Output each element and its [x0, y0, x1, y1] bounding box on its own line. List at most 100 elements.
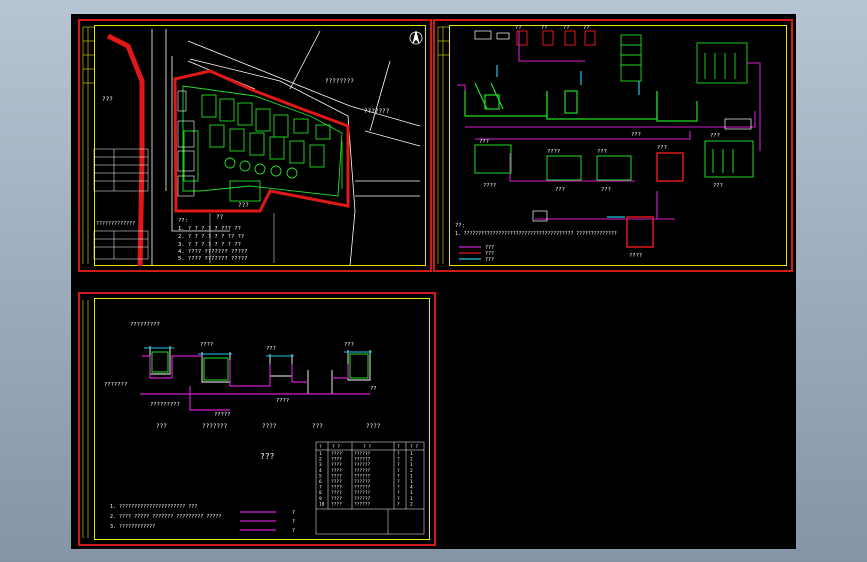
elevation-drawing: ????????? ???? ??? ??? ??????? ?????????…: [82, 300, 425, 538]
center-title: ???: [260, 452, 275, 461]
tag-5: ?????????: [150, 402, 180, 408]
dosing-tanks: [516, 30, 596, 46]
legend-2: ?: [292, 528, 295, 534]
equipment-outlines: [474, 30, 752, 222]
tag-1: ??: [541, 25, 548, 31]
caption-3: ???: [312, 423, 323, 430]
table-cell: 1: [410, 451, 413, 457]
table-cell: ??????: [354, 451, 371, 457]
note-line-1: 1. ? ? ? ? ? ??? ??: [178, 226, 241, 232]
label-boundary-top: ????????: [325, 78, 354, 85]
tag-14: ????: [629, 253, 642, 259]
north-arrow-icon: [409, 30, 423, 45]
tower-and-filter: [620, 34, 748, 84]
table-cell: ????: [331, 473, 342, 479]
table-cell: ?: [397, 468, 400, 474]
table-cell: ????: [331, 451, 342, 457]
table-cell: ?: [397, 501, 400, 507]
label-entrance: ???: [238, 202, 249, 209]
table-cell: ??????: [354, 473, 371, 479]
table-cell: ??????: [354, 490, 371, 496]
road-left: [106, 33, 145, 267]
title-block-strip: [437, 26, 449, 264]
tag-13: ???: [713, 183, 723, 189]
table-cell: 4: [319, 468, 322, 474]
sheet-site-plan[interactable]: ???????? ??????? ??? ??? ?? ??: 1. ? ? ?…: [78, 19, 432, 272]
equipment-table-text: ? ? ? ? ? ? ? ? 1??????????? 12??????????…: [319, 444, 418, 507]
table-cell: ?: [397, 479, 400, 485]
legend-swatches: [240, 511, 276, 531]
label-boundary-right: ???????: [364, 108, 390, 115]
tag-12: ???: [601, 187, 611, 193]
note-line-3: 3. ? ? ? ? ? ? ? ??: [178, 242, 241, 248]
table-cell: ?: [397, 485, 400, 491]
caption-4: ????: [366, 423, 381, 430]
table-cell: ????: [331, 479, 342, 485]
cad-drawing-canvas[interactable]: ???????? ??????? ??? ??? ?? ??: 1. ? ? ?…: [71, 14, 796, 549]
secondary-tanks: [474, 140, 754, 181]
tag-10: ????: [483, 183, 496, 189]
tag-0: ??: [515, 25, 522, 31]
table-cell: ????: [331, 485, 342, 491]
tag-5: ???: [479, 139, 489, 145]
table-header-4: ? ?: [410, 444, 418, 450]
table-cell: ??????: [354, 496, 371, 502]
table-cell: ????: [331, 490, 342, 496]
note-line-0: ??:: [178, 218, 188, 224]
process-flow-drawing: ?? ?? ?? ?? ??? ??? ???? ??? ??? ??? ???…: [437, 25, 761, 264]
tag-4: ???????: [104, 382, 127, 388]
note-title: ??:: [455, 223, 465, 229]
tag-2: ???: [266, 346, 276, 352]
tag-6: ?????: [214, 412, 231, 418]
buildings: [177, 90, 195, 197]
table-cell: ????: [331, 496, 342, 502]
legend-2: ???: [485, 257, 494, 263]
table-cell: ?: [397, 473, 400, 479]
table-cell: 4: [410, 485, 413, 491]
table-cell: ?: [397, 457, 400, 463]
caption-2: ????: [262, 423, 277, 430]
table-cell: ?: [397, 451, 400, 457]
table-cell: 1: [410, 490, 413, 496]
table-cell: 2: [319, 457, 322, 463]
note-2: 3. ????????????: [110, 524, 155, 530]
label-building-left: ???: [102, 96, 113, 103]
table-cell: 8: [319, 490, 322, 496]
table-cell: ?: [397, 490, 400, 496]
table-cell: ??????: [354, 479, 371, 485]
note-1: 2. ???? ????? ??????? ????????? ?????: [110, 514, 221, 520]
elevation-structures: [149, 346, 371, 395]
title-block-strip: [82, 26, 94, 264]
table-cell: 1: [410, 462, 413, 468]
note-line-1: 1. ?????????????????????????????????????…: [455, 231, 617, 237]
table-header-0: ?: [319, 444, 322, 450]
table-cell: ??????: [354, 462, 371, 468]
table-cell: 5: [319, 473, 322, 479]
site-boundary: [173, 69, 350, 213]
tag-3: ??: [583, 25, 590, 31]
table-cell: 2: [410, 501, 413, 507]
legend-1: ?: [292, 519, 295, 525]
legend-swatches: [459, 246, 481, 260]
site-plan-drawing: ???????? ??????? ??? ??? ?? ??: 1. ? ? ?…: [82, 26, 423, 267]
table-cell: 7: [319, 485, 322, 491]
air-pipes: [496, 65, 640, 218]
label-gate: ??: [216, 214, 224, 221]
legend-0: ?: [292, 510, 295, 516]
table-cell: ????: [331, 501, 342, 507]
caption-1: ???????: [202, 423, 228, 430]
table-cell: ??????: [354, 501, 371, 507]
table-cell: ????: [331, 468, 342, 474]
table-cell: 1: [410, 473, 413, 479]
tag-8: ???: [710, 133, 720, 139]
elevation-water-lines: [144, 347, 372, 357]
main-channel: [464, 82, 698, 122]
sheet-elevation[interactable]: ????????? ???? ??? ??? ??????? ?????????…: [78, 292, 436, 546]
sludge-tanks: [626, 152, 684, 248]
tag-4: ???: [631, 132, 641, 138]
sheet-process-flow[interactable]: ?? ?? ?? ?? ??? ??? ???? ??? ??? ??? ???…: [433, 19, 793, 272]
note-line-4: 4. ???? ??????? ?????: [178, 249, 248, 255]
table-cell: 10: [319, 501, 325, 507]
table-cell: 2: [410, 457, 413, 463]
legend-title: ?????????????: [96, 221, 135, 227]
